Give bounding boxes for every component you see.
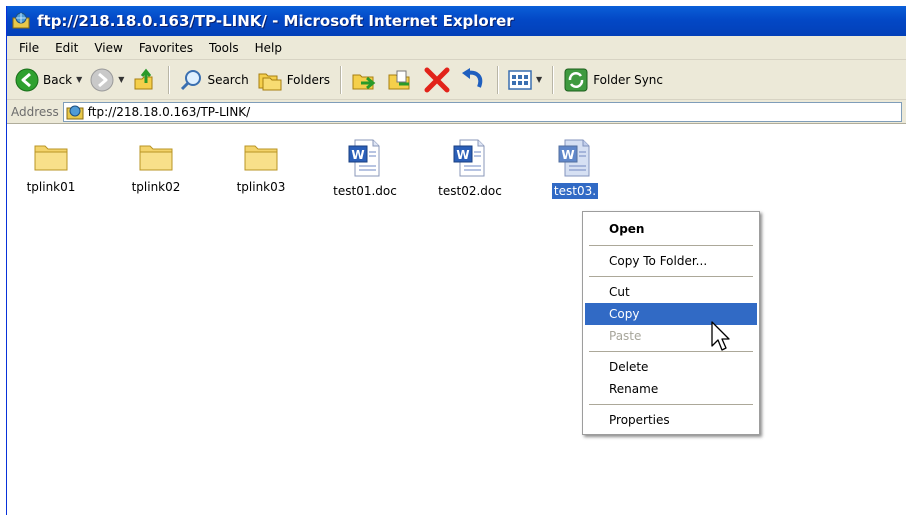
document-item[interactable]: W test01.doc (325, 138, 405, 199)
folder-item[interactable]: tplink01 (11, 138, 91, 195)
menu-help[interactable]: Help (247, 37, 290, 59)
word-document-icon: W (453, 139, 485, 177)
document-item-selected[interactable]: W test03. (535, 138, 615, 199)
address-label: Address (11, 104, 59, 119)
folder-sync-button[interactable]: Folder Sync (559, 64, 667, 96)
undo-button[interactable] (455, 64, 491, 96)
menu-delete[interactable]: Delete (585, 356, 757, 378)
ftp-location-icon (66, 105, 84, 119)
views-grid-icon (508, 69, 532, 90)
address-bar: Address ftp://218.18.0.163/TP-LINK/ (7, 100, 906, 124)
file-name: test02.doc (438, 184, 502, 198)
folder-icon (244, 145, 278, 171)
address-value: ftp://218.18.0.163/TP-LINK/ (87, 104, 251, 119)
copy-to-folder-icon (388, 70, 410, 89)
address-input[interactable]: ftp://218.18.0.163/TP-LINK/ (62, 101, 902, 122)
word-document-icon: W (348, 139, 380, 177)
file-name: test03. (551, 183, 599, 199)
menu-copy-to-folder[interactable]: Copy To Folder... (585, 250, 757, 272)
document-item[interactable]: W test02.doc (430, 138, 510, 199)
back-label: Back (43, 72, 73, 87)
menu-favorites[interactable]: Favorites (131, 37, 201, 59)
back-button[interactable]: Back ▼ (11, 64, 86, 96)
svg-text:W: W (561, 148, 574, 162)
folder-item[interactable]: tplink03 (221, 138, 301, 195)
folder-sync-icon (564, 68, 588, 91)
svg-text:W: W (351, 148, 364, 162)
window-title: ftp://218.18.0.163/TP-LINK/ - Microsoft … (37, 12, 514, 30)
move-to-folder-icon (352, 74, 376, 89)
forward-button[interactable]: ▼ (86, 64, 128, 96)
toolbar-separator (497, 65, 499, 94)
forward-dropdown-icon[interactable]: ▼ (118, 75, 124, 84)
search-icon (181, 69, 202, 90)
toolbar-separator (340, 65, 342, 94)
toolbar-separator (168, 65, 170, 94)
back-arrow-icon (15, 68, 39, 91)
up-button[interactable] (128, 64, 162, 96)
copy-to-button[interactable] (383, 64, 419, 96)
menu-tools[interactable]: Tools (201, 37, 247, 59)
search-label: Search (207, 72, 249, 87)
ftp-folder-icon (12, 12, 30, 29)
context-menu: Open Copy To Folder... Cut Copy Paste De… (582, 211, 760, 435)
move-to-button[interactable] (347, 64, 383, 96)
menu-rename[interactable]: Rename (585, 378, 757, 400)
menu-properties[interactable]: Properties (585, 409, 757, 431)
menu-paste: Paste (609, 329, 642, 343)
menu-view[interactable]: View (86, 37, 130, 59)
menu-separator (589, 245, 753, 246)
undo-icon (462, 67, 483, 88)
menu-edit[interactable]: Edit (47, 37, 86, 59)
folders-label: Folders (286, 72, 331, 87)
folder-icon (139, 145, 173, 171)
menu-copy[interactable]: Copy (585, 303, 757, 325)
ie-window: ftp://218.18.0.163/TP-LINK/ - Microsoft … (6, 6, 906, 515)
svg-text:W: W (456, 148, 469, 162)
views-button[interactable]: ▼ (504, 64, 546, 96)
delete-x-icon (424, 67, 450, 92)
title-bar[interactable]: ftp://218.18.0.163/TP-LINK/ - Microsoft … (7, 6, 906, 36)
file-name: test01.doc (333, 184, 397, 198)
search-button[interactable]: Search (175, 64, 252, 96)
folder-icon (34, 145, 68, 171)
folders-icon (258, 73, 282, 90)
folders-button[interactable]: Folders (253, 64, 334, 96)
menu-open[interactable]: Open (585, 215, 757, 241)
forward-arrow-icon (90, 68, 114, 91)
delete-button[interactable] (419, 64, 455, 96)
word-document-icon: W (558, 139, 590, 177)
folder-item[interactable]: tplink02 (116, 138, 196, 195)
menu-separator (589, 404, 753, 405)
menu-cut[interactable]: Cut (585, 281, 757, 303)
file-name: tplink03 (236, 180, 286, 194)
back-dropdown-icon[interactable]: ▼ (76, 75, 82, 84)
views-dropdown-icon[interactable]: ▼ (536, 75, 542, 84)
menu-separator (589, 276, 753, 277)
up-folder-icon (134, 68, 153, 89)
menu-file[interactable]: File (11, 37, 47, 59)
file-view[interactable]: tplink01 tplink02 tplink03 W test01.doc … (7, 124, 906, 514)
mouse-pointer-icon (711, 321, 730, 351)
menu-bar: File Edit View Favorites Tools Help (7, 36, 906, 60)
file-name: tplink01 (26, 180, 76, 194)
folder-sync-label: Folder Sync (593, 72, 664, 87)
toolbar: Back ▼ ▼ Search Folders ▼ Folder Sync (7, 60, 906, 100)
toolbar-separator (552, 65, 554, 94)
file-name: tplink02 (131, 180, 181, 194)
